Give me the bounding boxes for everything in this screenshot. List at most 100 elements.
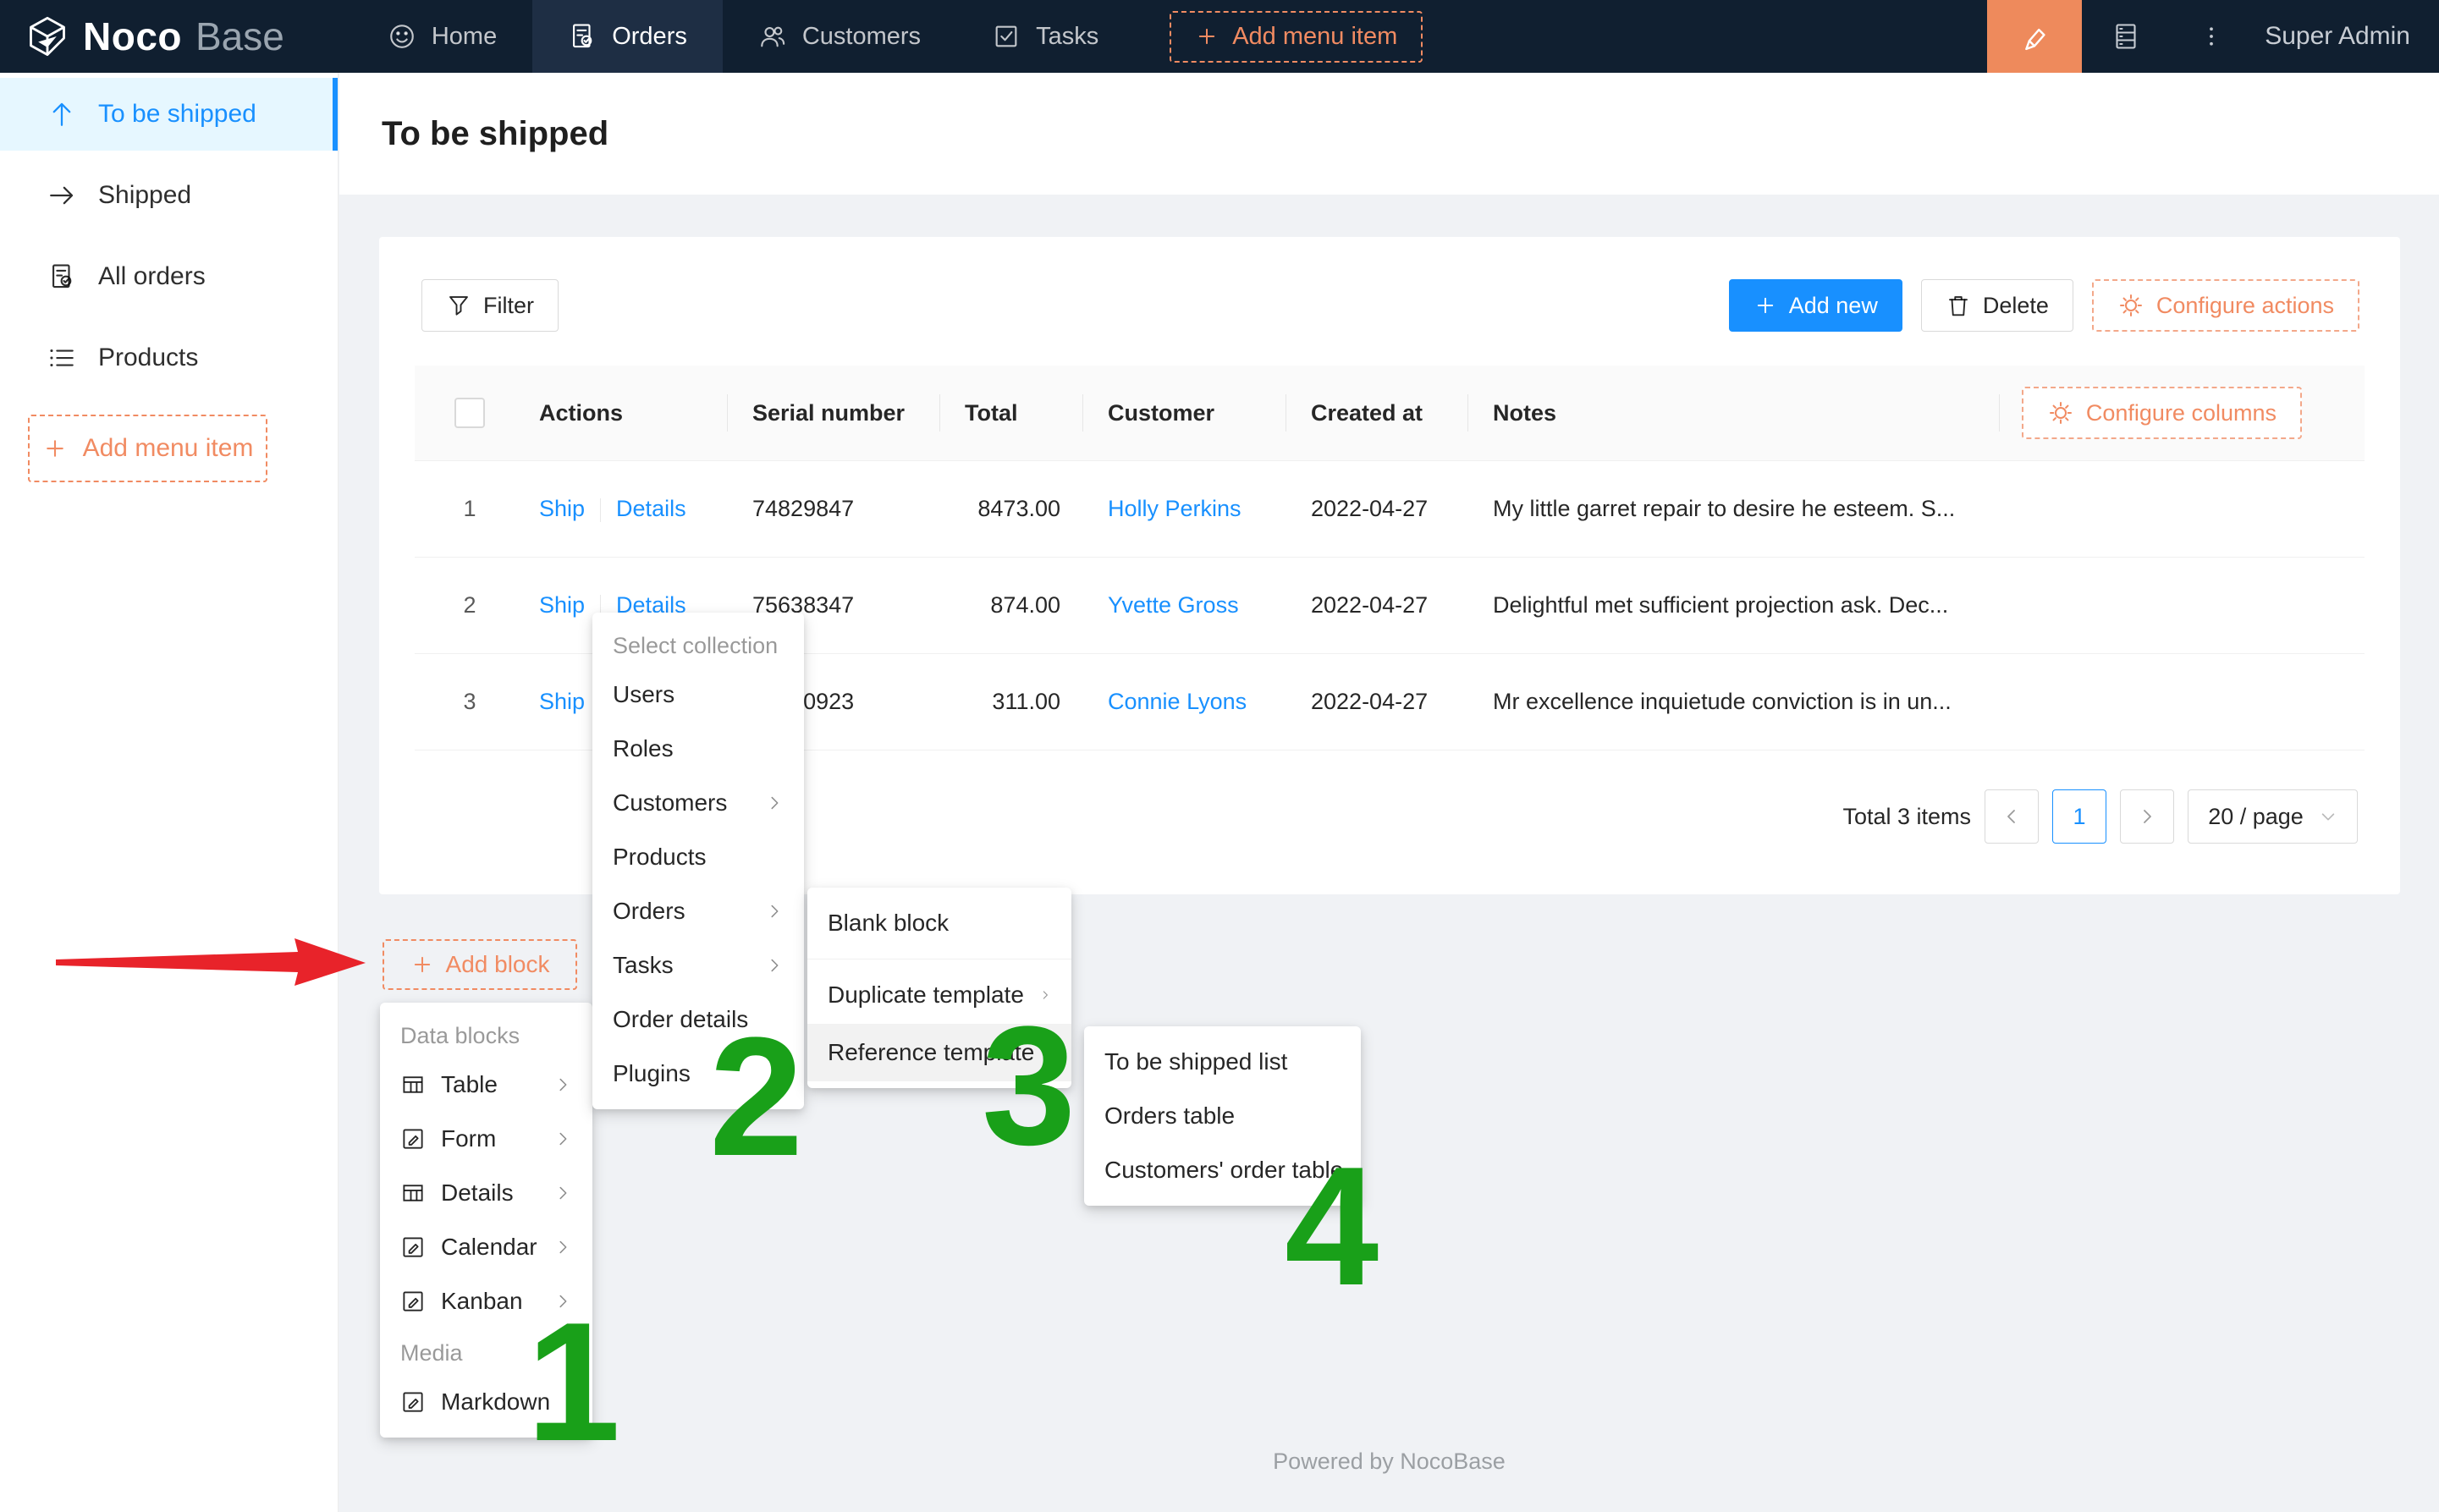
table-toolbar: Filter Add new Delete (421, 279, 2359, 332)
add-block-label: Add block (446, 951, 550, 978)
menu-item-label: Customers (613, 789, 727, 816)
check-square-icon (992, 22, 1021, 51)
configure-columns-label: Configure columns (2086, 400, 2277, 426)
form-edit-icon (400, 1289, 426, 1314)
menu-item-label: Products (613, 844, 707, 871)
powered-by-footer: Powered by NocoBase (339, 1449, 2439, 1475)
menu-item-roles[interactable]: Roles (592, 722, 804, 776)
menu-item-label: Roles (613, 735, 674, 762)
sidebar-add-menu-item-button[interactable]: Add menu item (28, 415, 267, 482)
form-edit-icon (400, 1234, 426, 1260)
customer-link[interactable]: Yvette Gross (1108, 592, 1239, 618)
plugin-manager-button[interactable] (2082, 0, 2170, 73)
menu-item-customers[interactable]: Customers (592, 776, 804, 830)
plus-icon (410, 953, 434, 976)
pagination-page-1[interactable]: 1 (2052, 789, 2106, 844)
unordered-list-icon (47, 344, 76, 372)
arrow-up-icon (47, 100, 76, 129)
menu-item-label: Form (441, 1125, 496, 1152)
menu-item-details[interactable]: Details (380, 1166, 592, 1220)
row-index: 3 (415, 689, 525, 715)
nocobase-logo[interactable]: NocoBase (0, 0, 313, 73)
page-title: To be shipped (382, 115, 608, 153)
page-size-select[interactable]: 20 / page (2188, 789, 2358, 844)
trash-icon (1946, 293, 1971, 318)
menu-item-users[interactable]: Users (592, 668, 804, 722)
column-header-actions[interactable]: Actions (525, 400, 727, 426)
action-divider (600, 498, 601, 522)
add-new-button[interactable]: Add new (1729, 279, 1902, 332)
column-header-created-at[interactable]: Created at (1286, 400, 1467, 426)
column-header-notes[interactable]: Notes (1467, 400, 1999, 426)
nav-item-customers[interactable]: Customers (723, 0, 956, 73)
menu-item-label: Table (441, 1071, 498, 1098)
configure-actions-label: Configure actions (2156, 293, 2334, 319)
pagination: Total 3 items 1 20 / page (1842, 789, 2358, 844)
select-collection-header: Select collection (592, 621, 804, 668)
menu-item-calendar[interactable]: Calendar (380, 1220, 592, 1274)
select-all-checkbox[interactable] (454, 398, 485, 428)
configure-columns-button[interactable]: Configure columns (2022, 387, 2302, 439)
row-index: 1 (415, 496, 525, 522)
sidebar-item-label: All orders (98, 262, 206, 291)
ship-link[interactable]: Ship (539, 592, 585, 618)
customer-link[interactable]: Holly Perkins (1108, 496, 1242, 521)
column-divider (1082, 394, 1083, 432)
annotation-number-2: 2 (709, 1013, 803, 1182)
table-row[interactable]: 1 ShipDetails 74829847 8473.00 Holly Per… (415, 461, 2365, 558)
annotation-number-1: 1 (526, 1298, 620, 1467)
configure-actions-button[interactable]: Configure actions (2092, 279, 2359, 332)
ship-link[interactable]: Ship (539, 689, 585, 714)
menu-item-label: Calendar (441, 1234, 537, 1261)
sidebar-add-menu-item-label: Add menu item (83, 434, 254, 463)
page-size-value: 20 / page (2208, 804, 2304, 830)
menu-item-form[interactable]: Form (380, 1112, 592, 1166)
nav-item-orders[interactable]: Orders (532, 0, 723, 73)
menu-item-label: Users (613, 681, 674, 708)
filter-button[interactable]: Filter (421, 279, 559, 332)
column-divider (1999, 394, 2000, 432)
add-block-button[interactable]: Add block (383, 939, 577, 990)
nav-item-tasks[interactable]: Tasks (956, 0, 1134, 73)
menu-item-label: Tasks (613, 952, 674, 979)
chevron-right-icon (765, 794, 784, 812)
page-header: To be shipped (339, 73, 2439, 195)
menu-item-products[interactable]: Products (592, 830, 804, 884)
team-icon (758, 22, 787, 51)
more-options-button[interactable] (2170, 0, 2253, 73)
menu-item-orders[interactable]: Orders (592, 884, 804, 938)
main-menu: Home Orders Customers Tasks (352, 0, 1423, 73)
ship-link[interactable]: Ship (539, 496, 585, 521)
menu-item-table[interactable]: Table (380, 1058, 592, 1112)
total-cell: 8473.00 (939, 496, 1082, 522)
customer-link[interactable]: Connie Lyons (1108, 689, 1247, 714)
menu-item-to-be-shipped-list[interactable]: To be shipped list (1084, 1035, 1361, 1089)
menu-item-blank-block[interactable]: Blank block (807, 894, 1071, 952)
menu-item-label: To be shipped list (1104, 1048, 1287, 1075)
chevron-right-icon (765, 902, 784, 921)
sidebar-item-products[interactable]: Products (0, 322, 338, 394)
sidebar-item-shipped[interactable]: Shipped (0, 159, 338, 232)
delete-button[interactable]: Delete (1921, 279, 2073, 332)
pagination-next-button[interactable] (2120, 789, 2174, 844)
nav-item-label: Orders (612, 23, 687, 51)
notes-cell: Delightful met sufficient projection ask… (1467, 592, 1999, 619)
sidebar-item-all-orders[interactable]: All orders (0, 240, 338, 313)
pagination-prev-button[interactable] (1985, 789, 2039, 844)
column-header-customer[interactable]: Customer (1082, 400, 1286, 426)
column-header-total[interactable]: Total (939, 400, 1082, 426)
nav-item-home[interactable]: Home (352, 0, 532, 73)
menu-item-tasks[interactable]: Tasks (592, 938, 804, 992)
user-menu[interactable]: Super Admin (2253, 22, 2439, 51)
chevron-right-icon (553, 1238, 572, 1256)
menu-item-label: Kanban (441, 1288, 523, 1315)
column-header-serial-number[interactable]: Serial number (727, 400, 939, 426)
form-edit-icon (400, 1389, 426, 1415)
ui-editor-button[interactable] (1987, 0, 2082, 73)
filter-icon (446, 293, 471, 318)
sidebar-item-to-be-shipped[interactable]: To be shipped (0, 78, 338, 151)
created-at-cell: 2022-04-27 (1286, 689, 1467, 715)
details-link[interactable]: Details (616, 496, 686, 521)
nav-add-menu-item-button[interactable]: Add menu item (1170, 11, 1423, 63)
row-index: 2 (415, 592, 525, 619)
